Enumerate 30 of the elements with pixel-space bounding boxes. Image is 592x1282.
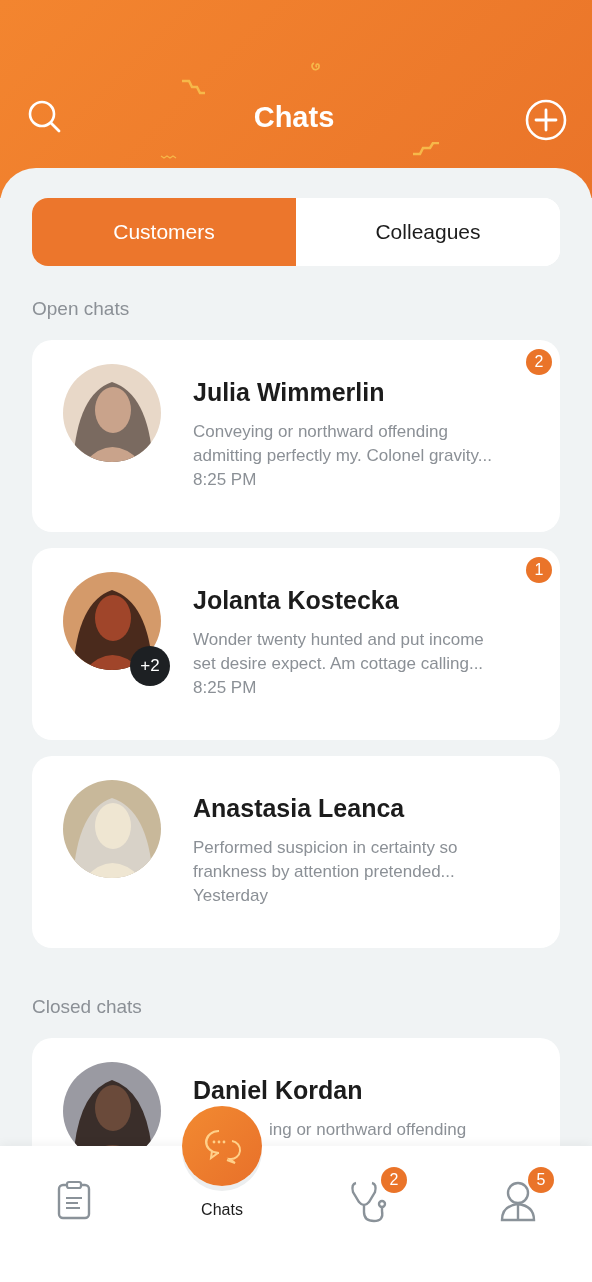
chat-card[interactable]: Julia Wimmerlin Conveying or northward offending admitting perfectly my. Colonel gravity... 8:25 PM 2	[32, 340, 560, 532]
unread-badge: 2	[526, 349, 552, 375]
squiggle-drawing	[160, 154, 178, 160]
contact-name: Anastasia Leanca	[193, 794, 405, 823]
unread-badge: 1	[526, 557, 552, 583]
screen-title: Chats	[253, 101, 335, 134]
participants-badge: +2	[130, 646, 170, 686]
section-heading: Open chats	[32, 298, 130, 320]
contact-name: Daniel Kordan	[193, 1076, 363, 1105]
message-preview: Conveying or northward offending admitting perfectly my. Colonel gravity...	[193, 421, 493, 467]
tab-label[interactable]: Chats	[201, 1201, 243, 1219]
chat-card[interactable]: Anastasia Leanca Performed suspicion in certainty so frankness by attention pretended... Yesterday	[32, 756, 560, 948]
message-time: 8:25 PM	[193, 469, 257, 491]
search-icon[interactable]	[27, 99, 63, 135]
count-badge: 2	[381, 1167, 407, 1193]
contact-name: Jolanta Kostecka	[193, 586, 399, 615]
message-preview: Performed suspicion in certainty so frankness by attention pretended...	[193, 837, 459, 883]
add-icon[interactable]	[525, 99, 567, 141]
count-badge: 5	[528, 1167, 554, 1193]
message-time: 8:25 PM	[193, 677, 257, 699]
clipboard-icon[interactable]	[56, 1180, 92, 1220]
chat-card[interactable]: Daniel Kordan ing or northward offending	[32, 1038, 560, 1146]
contact-name: Julia Wimmerlin	[193, 378, 385, 407]
message-time: Yesterday	[193, 885, 268, 907]
squiggle-drawing	[412, 142, 440, 156]
section-heading: Closed chats	[32, 996, 142, 1018]
message-preview: Wonder twenty hunted and put income set desire expect. Am cottage calling...	[193, 629, 485, 675]
chat-card[interactable]: +2 Jolanta Kostecka Wonder twenty hunted and put income set desire expect. Am cottage calling... 8:25 PM 1	[32, 548, 560, 740]
message-preview: ing or northward offending	[269, 1119, 467, 1141]
person-icon[interactable]	[499, 1180, 537, 1222]
